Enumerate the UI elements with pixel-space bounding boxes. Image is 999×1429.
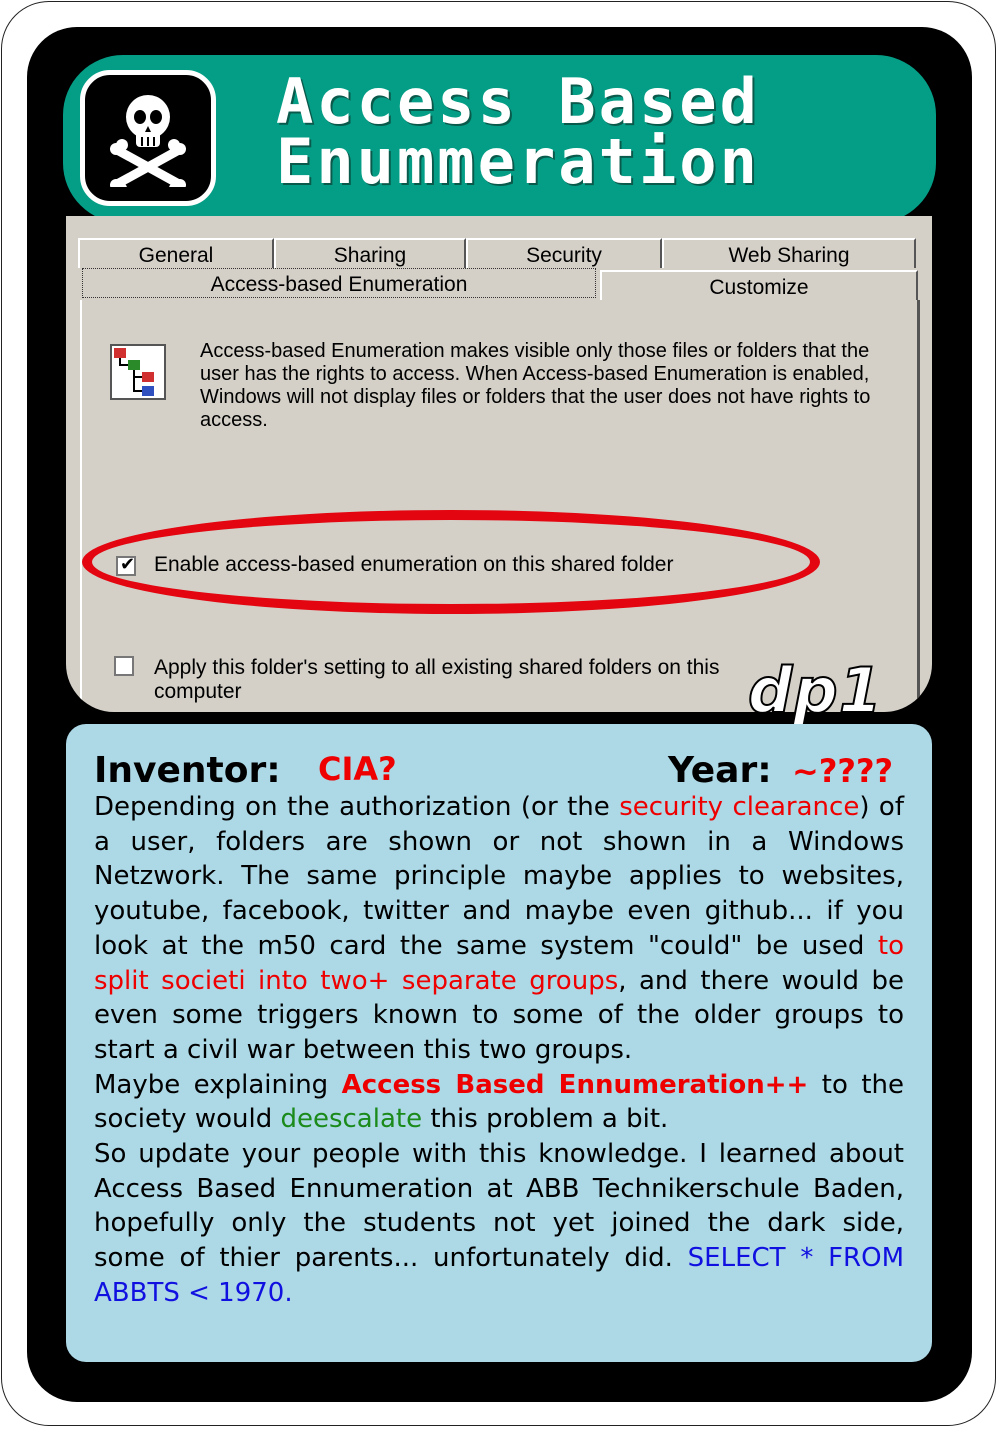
tab-general[interactable]: General (78, 238, 274, 268)
tab-security[interactable]: Security (466, 238, 662, 268)
apply-all-label[interactable]: Apply this folder's setting to all exist… (154, 656, 719, 704)
apply-all-label-line1: Apply this folder's setting to all exist… (154, 656, 720, 679)
apply-all-label-line2: computer (154, 680, 242, 703)
year-value: ~???? (792, 752, 894, 790)
tab-web-sharing[interactable]: Web Sharing (662, 238, 916, 268)
tab-customize[interactable]: Customize (600, 270, 918, 300)
paragraph-3: So update your people with this knowledg… (94, 1139, 904, 1308)
year-label: Year: (668, 750, 772, 791)
red-highlight-ellipse (82, 510, 820, 614)
card-title: Access Based Enummeration (276, 65, 896, 198)
tab-access-based-enumeration[interactable]: Access-based Enumeration (82, 268, 596, 298)
title-line-1: Access Based (276, 65, 760, 138)
abe-plus-highlight: Access Based Ennumeration++ (341, 1069, 809, 1100)
apply-all-checkbox[interactable] (114, 656, 134, 676)
feature-description: Access-based Enumeration makes visible o… (200, 340, 871, 431)
skull-crossbones-icon (80, 70, 216, 206)
title-line-2: Enummeration (276, 125, 760, 198)
folder-tree-icon (110, 344, 166, 400)
card-id: dp1 (747, 653, 883, 728)
inventor-value: CIA? (318, 750, 397, 788)
description-text: Depending on the authorization (or the s… (94, 790, 904, 1311)
dialog-screenshot: General Sharing Security Web Sharing Acc… (66, 216, 932, 712)
inventor-label: Inventor: (94, 750, 281, 791)
deescalate-highlight: deescalate (280, 1104, 423, 1135)
paragraph-1: Depending on the authorization (or the s… (94, 792, 904, 1065)
security-clearance-highlight: security clearance (619, 792, 860, 822)
tab-sharing[interactable]: Sharing (274, 238, 466, 268)
paragraph-2: Maybe explaining Access Based Ennumerati… (94, 1069, 904, 1135)
